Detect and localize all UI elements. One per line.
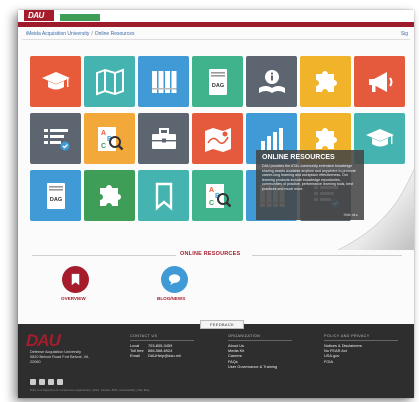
header-banner [60, 14, 100, 21]
page: DAU iMeida Acquisition University / Online… [0, 0, 419, 402]
dag-book-icon: DAG [46, 182, 65, 209]
breadcrumb-separator: / [91, 31, 93, 37]
puzzle-icon [315, 70, 337, 92]
resource-tile[interactable] [192, 113, 243, 164]
contact-value[interactable]: DAUHelp@dau.mil [148, 353, 181, 358]
resource-tile[interactable]: ABC [84, 113, 135, 164]
section-heading: ONLINE RESOURCES [180, 251, 241, 257]
page-curl-graphic [337, 168, 414, 250]
resource-tile[interactable] [30, 113, 81, 164]
policy-links: Notices & Disclaimers No FEAR Act USA.go… [324, 343, 362, 364]
svg-text:C: C [209, 200, 214, 207]
resource-tile[interactable] [30, 56, 81, 107]
top-bar: DAU [18, 10, 414, 22]
dau-logo[interactable]: DAU [24, 10, 54, 21]
megaphone-icon [368, 71, 392, 92]
blog-news-button[interactable] [161, 266, 188, 293]
resource-tile[interactable] [300, 56, 351, 107]
contact-label: Email [130, 353, 140, 359]
resource-tile[interactable] [138, 56, 189, 107]
contact-heading: CONTACT US [130, 334, 194, 341]
browser-window: DAU iMeida Acquisition University / Online… [18, 10, 414, 398]
abc-search-icon: ABC [205, 183, 231, 208]
contact-row: Email DAUHelp@dau.mil [130, 353, 181, 358]
svg-text:A: A [209, 187, 214, 194]
resource-tile[interactable] [354, 56, 405, 107]
map-pin-icon [204, 127, 231, 152]
resource-tile[interactable] [138, 113, 189, 164]
header-rule [18, 22, 414, 27]
linkedin-icon[interactable] [48, 379, 54, 385]
chat-bubble-icon [168, 274, 181, 286]
blog-news-label[interactable]: BLOG/NEWS [157, 296, 185, 301]
map-icon [95, 68, 124, 95]
graduation-cap-icon [41, 71, 70, 89]
breadcrumb: iMeida Acquisition University / Online Res… [26, 31, 135, 37]
dag-book-icon: DAG [208, 68, 227, 95]
footer-link[interactable]: FOIA [324, 359, 362, 364]
facebook-icon[interactable] [30, 379, 36, 385]
resource-tile[interactable]: DAG [30, 170, 81, 221]
section-rule-right [252, 255, 402, 256]
footer-address: Defense Acquisition University 9820 Belv… [30, 350, 114, 364]
footer-link[interactable]: User Governance & Training [228, 364, 277, 369]
contact-list: Local 703-805-3459 Toll free 866-568-6924 … [130, 343, 181, 359]
svg-text:C: C [101, 143, 106, 150]
breadcrumb-home[interactable]: iMeida Acquisition University [26, 31, 89, 37]
graduation-cap-icon [365, 128, 394, 146]
breadcrumb-current[interactable]: Online Resources [95, 31, 135, 37]
resource-tile[interactable]: ABC [192, 170, 243, 221]
svg-text:DAG: DAG [49, 197, 61, 203]
organization-links: About Us Media Kit Careers FAQs User Gov… [228, 343, 277, 369]
copyright-text: DAU is a Department of Defense organizat… [30, 388, 150, 392]
bookmark-icon [71, 273, 80, 286]
address-line: 22060 [30, 359, 41, 364]
bookmark-icon [155, 182, 172, 211]
resource-tile[interactable] [138, 170, 189, 221]
organization-heading: ORGANIZATION [228, 334, 292, 341]
abc-search-icon: ABC [97, 126, 123, 151]
feedback-button[interactable]: FEEDBACK [200, 320, 244, 329]
section-rule-left [32, 255, 176, 256]
checklist-icon [43, 128, 69, 150]
twitter-icon[interactable] [39, 379, 45, 385]
svg-text:DAG: DAG [211, 83, 223, 89]
overview-label[interactable]: OVERVIEW [61, 296, 86, 301]
divider [22, 39, 410, 40]
resource-tile[interactable]: DAG [192, 56, 243, 107]
resource-tile[interactable] [84, 56, 135, 107]
svg-text:A: A [101, 130, 106, 137]
sign-in-link[interactable]: Sig [401, 31, 408, 37]
overview-button[interactable] [62, 266, 89, 293]
footer-dau-logo[interactable]: DAU [26, 331, 61, 351]
policy-heading: POLICY AND PRIVACY [324, 334, 398, 341]
binders-icon [151, 70, 176, 93]
social-icons [30, 379, 63, 385]
puzzle-icon [99, 184, 121, 206]
resource-tile[interactable] [246, 56, 297, 107]
youtube-icon[interactable] [57, 379, 63, 385]
resource-tile[interactable] [84, 170, 135, 221]
info-book-icon [258, 69, 285, 93]
toolbox-icon [151, 127, 176, 149]
